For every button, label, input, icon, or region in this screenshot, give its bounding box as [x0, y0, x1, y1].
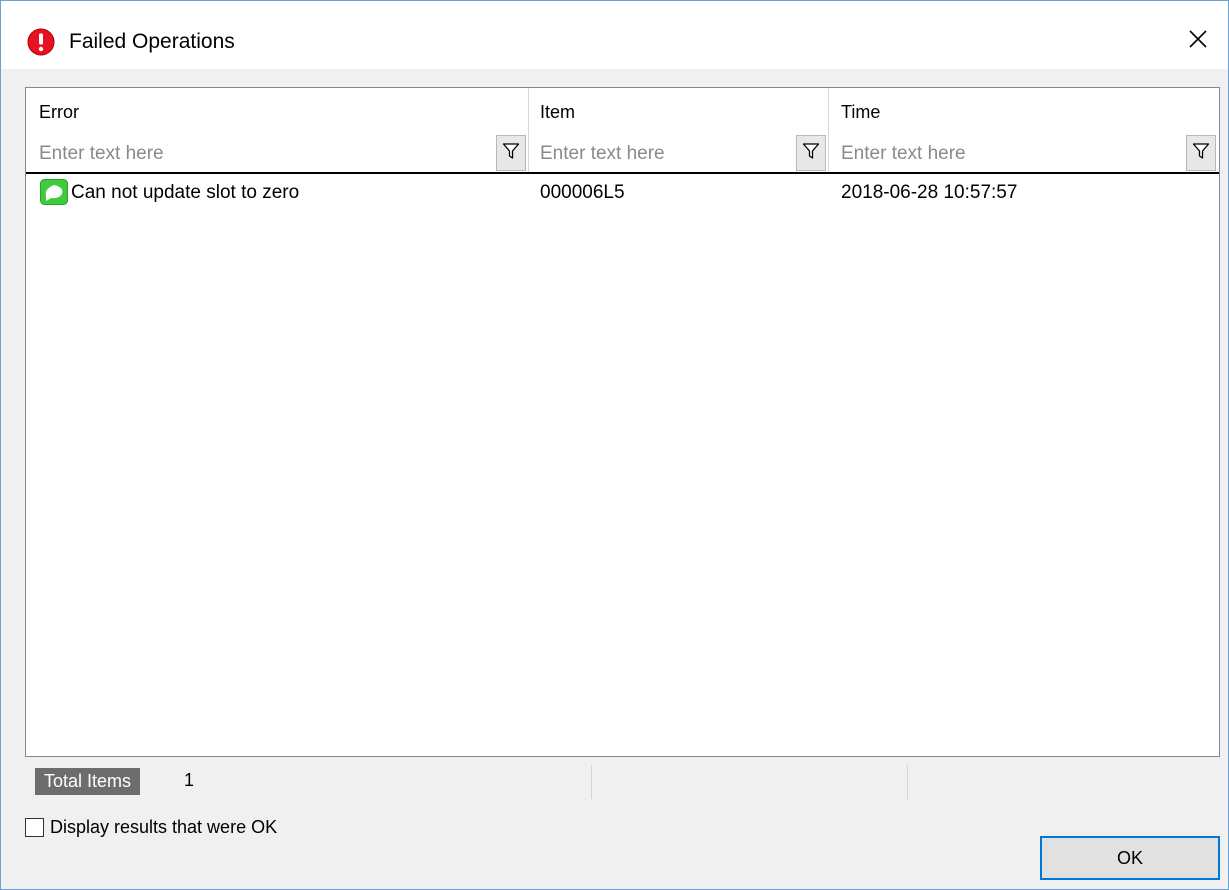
status-separator: [591, 765, 592, 799]
error-icon: [27, 28, 55, 56]
status-separator: [907, 765, 908, 799]
column-separator[interactable]: [828, 88, 829, 174]
failed-operations-dialog: Failed Operations Error Item: [0, 0, 1229, 890]
time-cell: 2018-06-28 10:57:57: [841, 182, 1018, 203]
failed-operations-grid: Error Item Time: [25, 87, 1220, 757]
time-filter-input[interactable]: [841, 138, 1181, 170]
error-cell: Can not update slot to zero: [71, 182, 300, 203]
error-filter-input[interactable]: [39, 138, 494, 170]
close-button[interactable]: [1173, 19, 1223, 63]
status-bar: Total Items 1: [25, 765, 1220, 799]
column-header-time[interactable]: Time: [841, 102, 880, 123]
filter-icon: [1192, 142, 1210, 165]
filter-icon: [802, 142, 820, 165]
window-title: Failed Operations: [69, 30, 235, 53]
display-ok-label: Display results that were OK: [50, 816, 278, 837]
close-icon: [1188, 29, 1208, 54]
column-separator[interactable]: [528, 88, 529, 174]
table-row[interactable]: Can not update slot to zero 000006L5 201…: [26, 178, 1219, 208]
display-ok-checkbox[interactable]: [25, 817, 44, 837]
item-filter-button[interactable]: [796, 135, 826, 171]
column-header-error[interactable]: Error: [39, 102, 79, 123]
time-filter-button[interactable]: [1186, 135, 1216, 171]
error-filter-button[interactable]: [496, 135, 526, 171]
item-filter-input[interactable]: [540, 138, 790, 170]
ok-button[interactable]: OK: [1040, 836, 1220, 880]
column-header-item[interactable]: Item: [540, 102, 575, 123]
total-items-value: 1: [184, 770, 195, 790]
item-cell: 000006L5: [540, 182, 625, 203]
message-bubble-icon: [40, 179, 68, 205]
total-items-label: Total Items: [35, 768, 141, 795]
title-bar: Failed Operations: [1, 1, 1228, 69]
filter-icon: [502, 142, 520, 165]
display-ok-option[interactable]: Display results that were OK: [25, 815, 277, 839]
header-divider: [26, 172, 1219, 174]
